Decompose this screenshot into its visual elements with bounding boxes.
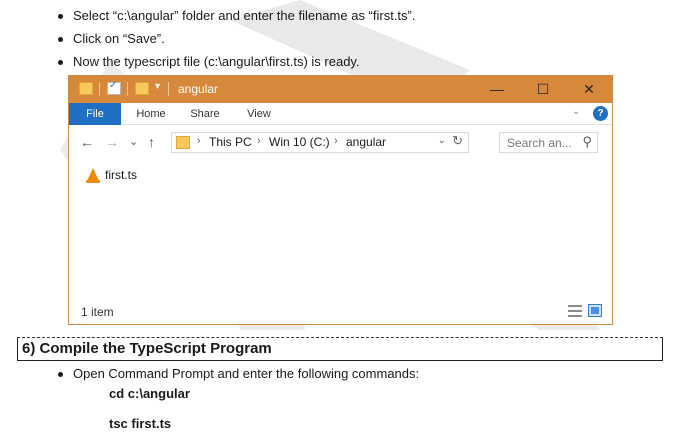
- chevron-right-icon[interactable]: ›: [334, 135, 338, 147]
- bullet-icon: [58, 14, 63, 19]
- help-icon[interactable]: ?: [593, 106, 608, 121]
- address-dropdown-icon[interactable]: ⌄: [438, 135, 446, 146]
- address-bar[interactable]: › This PC › Win 10 (C:) › angular ⌄ ↻: [171, 132, 469, 153]
- tab-view[interactable]: View: [234, 103, 284, 125]
- file-name: first.ts: [105, 168, 137, 182]
- separator: [127, 82, 128, 96]
- search-icon[interactable]: ⚲: [582, 134, 592, 150]
- back-button[interactable]: ←: [80, 134, 94, 150]
- status-bar: 1 item: [69, 300, 612, 324]
- quick-access-dropdown-icon[interactable]: ▾: [155, 81, 160, 92]
- section-title: 6) Compile the TypeScript Program: [22, 340, 272, 357]
- tab-share[interactable]: Share: [180, 103, 230, 125]
- details-view-icon[interactable]: [568, 305, 582, 317]
- command-line: cd c:\angular: [109, 386, 190, 401]
- large-icons-view-icon[interactable]: [588, 304, 602, 317]
- breadcrumb-this-pc[interactable]: This PC: [209, 135, 252, 149]
- folder-icon: [176, 136, 190, 149]
- vlc-cone-base: [86, 180, 100, 183]
- tab-home[interactable]: Home: [126, 103, 176, 125]
- up-button[interactable]: ↑: [148, 134, 155, 150]
- file-list: first.ts: [69, 160, 612, 300]
- address-row: ← → ⌄ ↑ › This PC › Win 10 (C:) › angula…: [69, 128, 612, 158]
- separator: [168, 82, 169, 96]
- folder-icon: [79, 82, 93, 95]
- breadcrumb-angular[interactable]: angular: [346, 135, 386, 149]
- properties-icon[interactable]: [107, 80, 121, 95]
- file-explorer-window: ▾ angular — ☐ ✕ File Home Share View ⌄ ?…: [68, 75, 613, 325]
- refresh-icon[interactable]: ↻: [452, 133, 463, 149]
- search-input[interactable]: Search an... ⚲: [499, 132, 598, 153]
- command-line: tsc first.ts: [109, 416, 172, 431]
- bullet-icon: [58, 372, 63, 377]
- instruction-text: Open Command Prompt and enter the follow…: [73, 366, 420, 381]
- expand-ribbon-icon[interactable]: ⌄: [572, 106, 580, 117]
- tab-file[interactable]: File: [69, 103, 121, 125]
- bullet-text: Click on “Save”.: [73, 31, 165, 46]
- forward-button[interactable]: →: [105, 134, 119, 150]
- bullet-icon: [58, 60, 63, 65]
- section-heading-box: 6) Compile the TypeScript Program: [17, 337, 663, 361]
- bullet-icon: [58, 37, 63, 42]
- minimize-button[interactable]: —: [474, 76, 520, 103]
- window-title: angular: [178, 82, 219, 96]
- new-folder-icon[interactable]: [135, 82, 149, 95]
- maximize-button[interactable]: ☐: [520, 76, 566, 103]
- recent-locations-icon[interactable]: ⌄: [129, 135, 138, 148]
- breadcrumb-drive[interactable]: Win 10 (C:): [269, 135, 330, 149]
- ribbon-tabs: File Home Share View ⌄ ?: [69, 103, 612, 125]
- chevron-right-icon[interactable]: ›: [197, 135, 201, 147]
- item-count: 1 item: [81, 305, 114, 319]
- separator: [99, 82, 100, 96]
- title-bar: ▾ angular — ☐ ✕: [69, 76, 612, 103]
- close-button[interactable]: ✕: [566, 76, 612, 103]
- chevron-right-icon[interactable]: ›: [257, 135, 261, 147]
- bullet-text: Now the typescript file (c:\angular\firs…: [73, 54, 360, 69]
- search-placeholder: Search an...: [507, 136, 572, 150]
- bullet-text: Select “c:\angular” folder and enter the…: [73, 8, 416, 23]
